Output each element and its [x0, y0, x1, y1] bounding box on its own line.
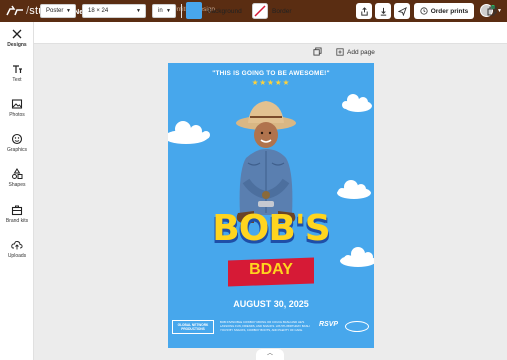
sidebar-item-label: Designs	[7, 42, 27, 48]
size-select[interactable]: 18 × 24 ▼	[82, 4, 146, 18]
poster-stars[interactable]: ★★★★★	[168, 78, 374, 87]
text-icon	[13, 65, 22, 73]
poster-tagline[interactable]: "THIS IS GOING TO BE AWESOME!"	[168, 70, 374, 77]
poster-date[interactable]: AUGUST 30, 2025	[168, 299, 374, 309]
child-photo[interactable]	[236, 101, 296, 223]
caret-down-icon: ▼	[166, 8, 171, 14]
product-select-value: Poster	[46, 8, 64, 14]
sidebar-item-label: Uploads	[7, 253, 27, 259]
product-select[interactable]: Poster ▼	[40, 4, 76, 18]
share-icon	[360, 6, 368, 16]
sidebar-item-photos[interactable]: Photos	[0, 98, 34, 118]
download-button[interactable]	[375, 3, 391, 19]
divider	[181, 4, 182, 18]
sidebar-item-brand-kits[interactable]: Brand kits	[0, 204, 34, 224]
sidebar-item-label: Shapes	[8, 182, 26, 188]
shapes-icon	[12, 168, 23, 179]
add-page-button[interactable]: Add page	[336, 48, 375, 56]
caret-down-icon: ▼	[66, 8, 71, 14]
sidebar-item-label: Photos	[9, 112, 25, 118]
chevron-up-icon: ︿	[266, 351, 273, 357]
graphics-icon	[11, 133, 23, 145]
chevron-down-icon[interactable]: ▼	[497, 8, 502, 14]
add-page-label: Add page	[347, 48, 375, 56]
sidebar-item-designs[interactable]: Designs	[0, 28, 34, 48]
uploads-icon	[11, 240, 23, 250]
brand-kits-icon	[11, 205, 23, 216]
sidebar-item-label: Graphics	[6, 147, 27, 153]
poster-canvas[interactable]: "THIS IS GOING TO BE AWESOME!" ★★★★★ BOB…	[168, 63, 374, 348]
order-prints-label: Order prints	[430, 7, 469, 15]
clock-icon	[420, 7, 428, 15]
footer-rsvp[interactable]: RSVP	[319, 321, 338, 328]
unit-select[interactable]: in ▼	[152, 4, 176, 18]
size-select-value: 18 × 24	[88, 8, 109, 14]
sidebar-item-shapes[interactable]: Shapes	[0, 168, 34, 188]
send-icon	[397, 6, 407, 16]
footer-badge-icon[interactable]	[345, 321, 369, 332]
sidebar-item-graphics[interactable]: Graphics	[0, 133, 34, 153]
poster-name-headline[interactable]: BOB'S	[168, 208, 374, 249]
background-color-swatch[interactable]	[186, 2, 202, 19]
sidebar-item-uploads[interactable]: Uploads	[0, 239, 34, 259]
share-button[interactable]	[356, 3, 372, 19]
collapse-panel-button[interactable]: ︿	[256, 349, 284, 360]
photos-icon	[11, 99, 23, 109]
sidebar-item-text[interactable]: Text	[0, 63, 34, 83]
sidebar-item-label: Brand kits	[5, 218, 29, 224]
border-none-icon[interactable]	[252, 3, 268, 19]
sidebar: Designs Text Photos Graphics Shapes Bran…	[0, 22, 34, 360]
copy-page-icon[interactable]	[313, 47, 322, 56]
background-label[interactable]: Background	[207, 8, 242, 15]
duplicate-icon[interactable]	[487, 6, 497, 16]
options-bar	[34, 22, 507, 44]
add-page-icon	[336, 48, 344, 56]
border-label[interactable]: Border	[272, 8, 292, 15]
footer-description[interactable]: BOB INVINCIBLE COWBOY RIDING OR COUCH BA…	[220, 320, 316, 332]
caret-down-icon: ▼	[136, 8, 141, 14]
order-prints-button[interactable]: Order prints	[414, 3, 474, 19]
sidebar-item-label: Text	[12, 77, 22, 83]
designs-icon	[12, 29, 22, 39]
poster-footer: GLOBAL NETWORK PRODUCTIONS BOB INVINCIBL…	[168, 318, 374, 338]
unit-select-value: in	[158, 8, 163, 14]
footer-logo[interactable]: GLOBAL NETWORK PRODUCTIONS	[172, 320, 214, 334]
send-button[interactable]	[394, 3, 410, 19]
poster-event-title[interactable]: BDAY	[228, 261, 314, 279]
download-icon	[380, 7, 386, 16]
logo-icon	[6, 5, 23, 16]
